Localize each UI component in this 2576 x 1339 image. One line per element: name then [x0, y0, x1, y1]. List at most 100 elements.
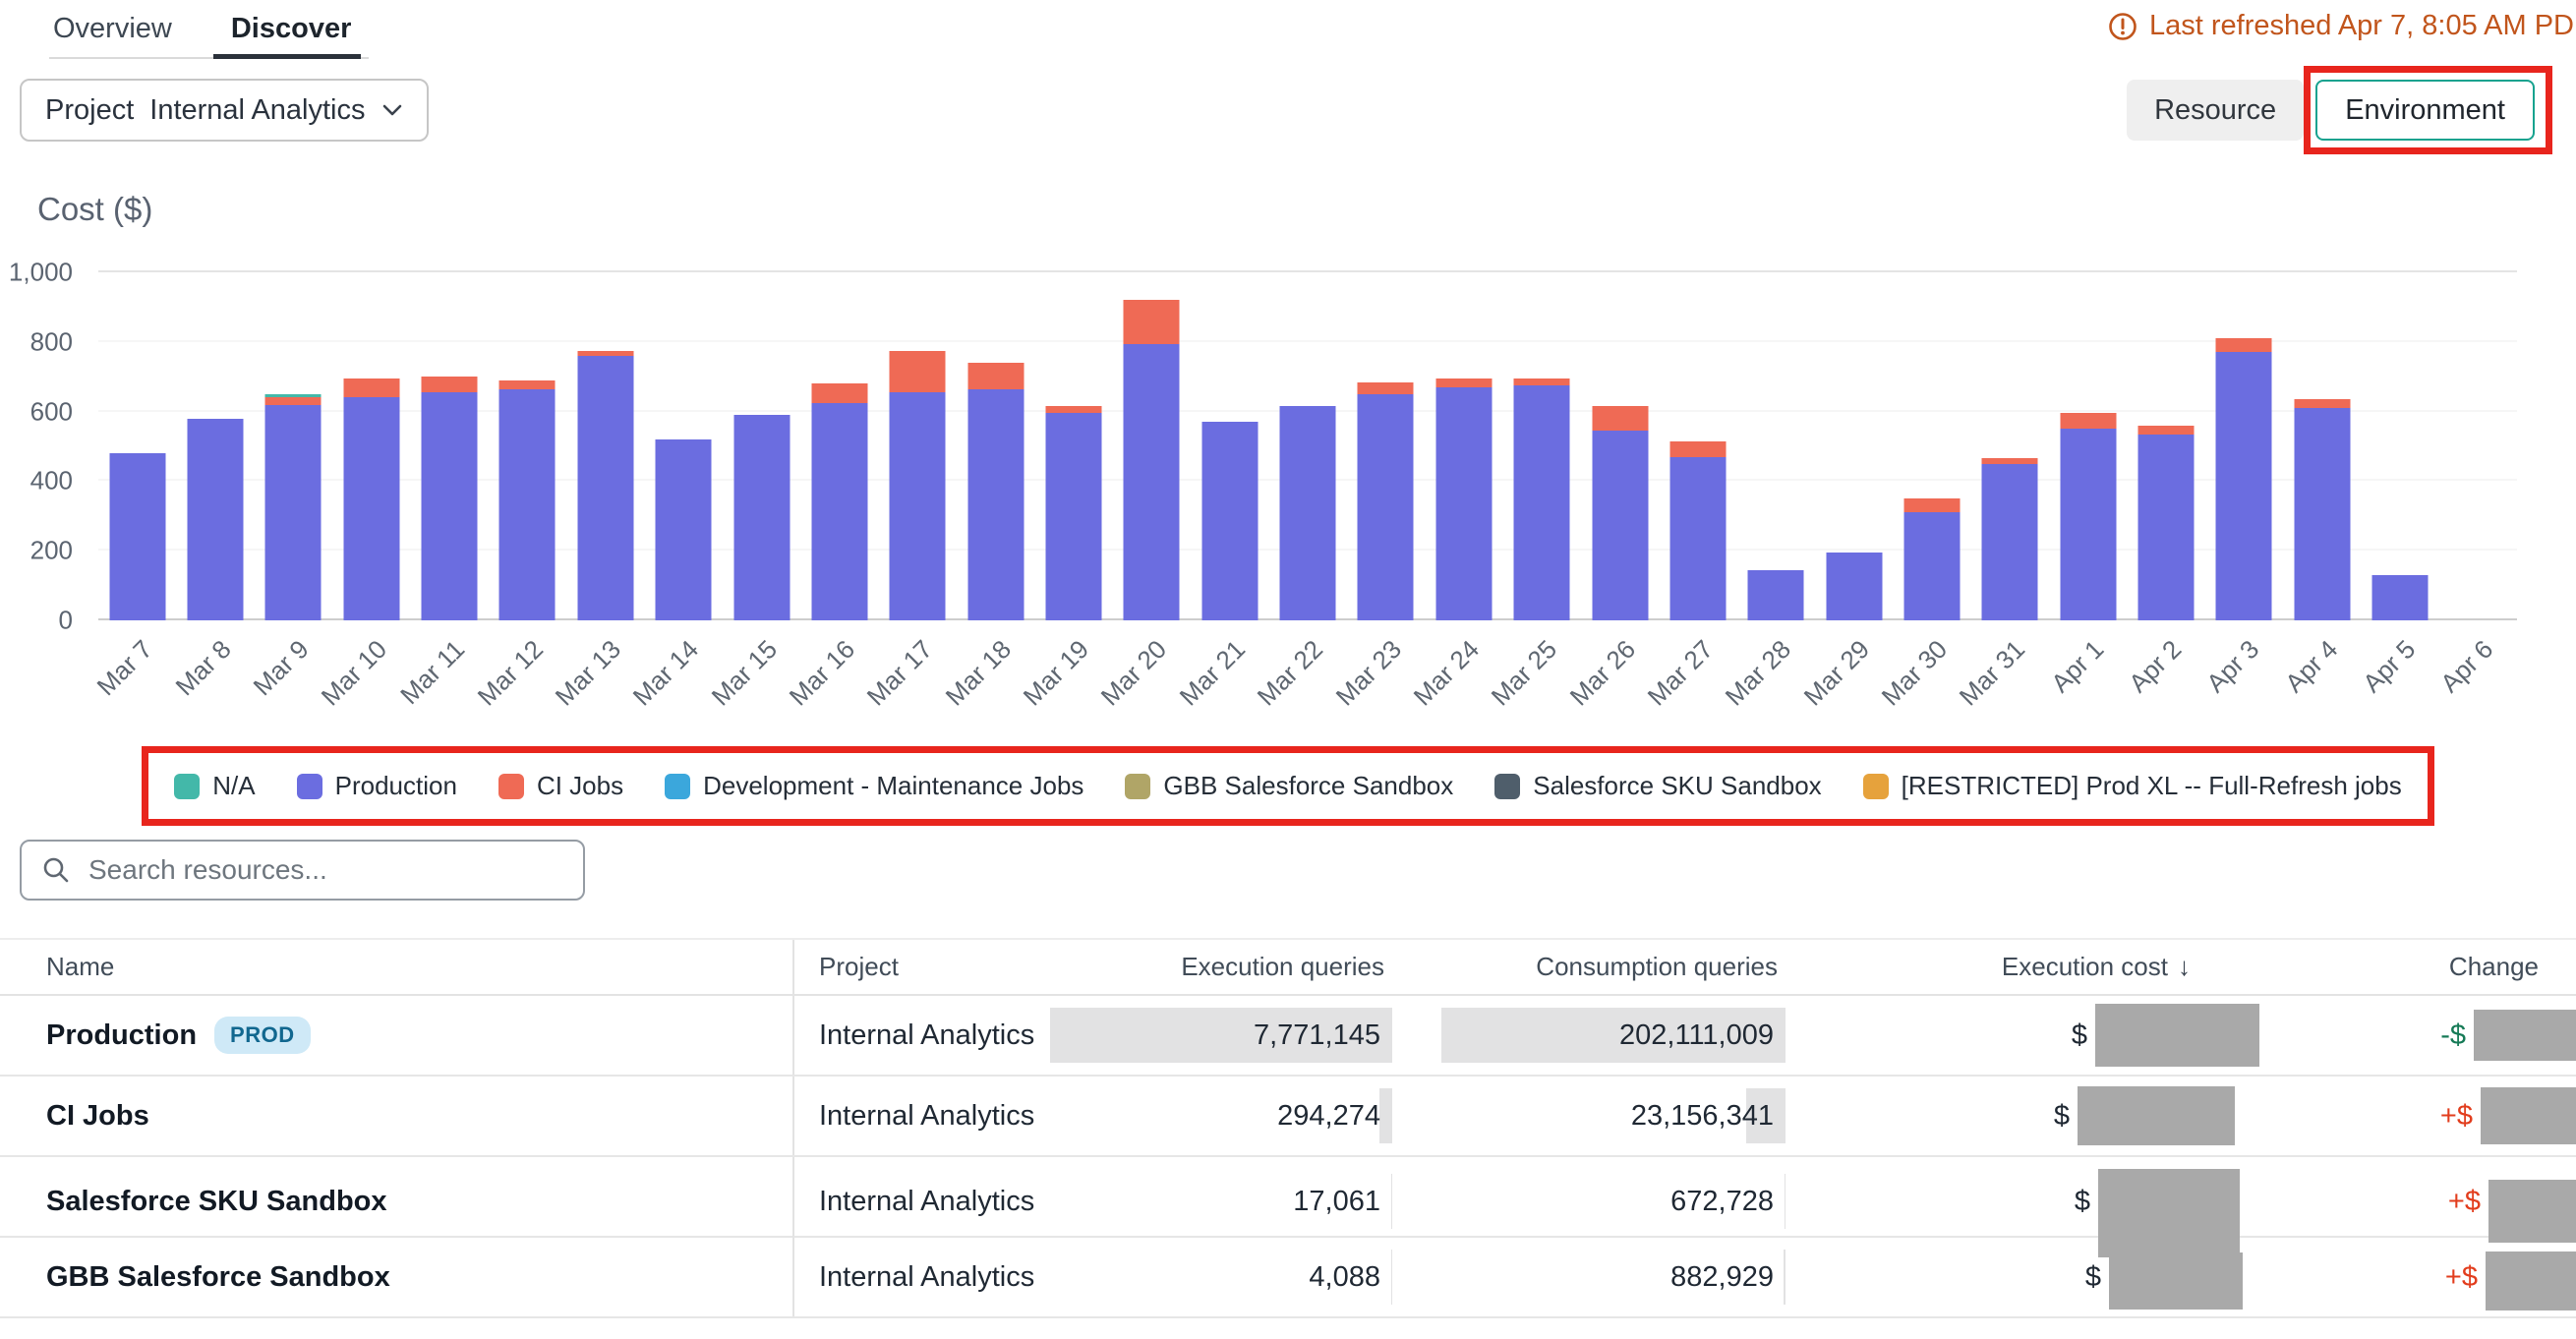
bar-segment-ci-jobs[interactable]	[343, 378, 399, 397]
bar-group[interactable]: Mar 21	[1191, 272, 1268, 620]
resource-toggle-button[interactable]: Resource	[2127, 80, 2304, 141]
bar-segment-production[interactable]	[1903, 512, 1960, 620]
bar-group[interactable]: Mar 30	[1893, 272, 1970, 620]
bar-segment-production[interactable]	[2294, 408, 2350, 620]
bar-segment-ci-jobs[interactable]	[967, 363, 1024, 389]
bar-segment-ci-jobs[interactable]	[1045, 406, 1101, 413]
resource-name-link[interactable]: Production	[46, 1019, 197, 1052]
col-header-change[interactable]: Change	[2198, 940, 2576, 994]
bar-segment-production[interactable]	[890, 392, 946, 620]
bar-group[interactable]: Apr 1	[2049, 272, 2127, 620]
resource-name-link[interactable]: CI Jobs	[46, 1100, 149, 1133]
bar-group[interactable]: Mar 27	[1659, 272, 1736, 620]
resource-name-link[interactable]: GBB Salesforce Sandbox	[46, 1261, 390, 1294]
bar-segment-ci-jobs[interactable]	[2060, 413, 2116, 429]
bar-segment-production[interactable]	[343, 397, 399, 620]
table-row[interactable]: CI JobsInternal Analytics294,27423,156,3…	[0, 1077, 2576, 1157]
bar-group[interactable]: Mar 12	[489, 272, 566, 620]
bar-segment-production[interactable]	[1669, 457, 1726, 620]
bar-segment-ci-jobs[interactable]	[1124, 300, 1180, 343]
bar-segment-ci-jobs[interactable]	[1358, 382, 1414, 394]
bar-group[interactable]: Apr 5	[2361, 272, 2438, 620]
legend-item[interactable]: N/A	[174, 771, 255, 801]
bar-segment-production[interactable]	[188, 419, 244, 620]
bar-group[interactable]: Mar 18	[957, 272, 1034, 620]
bar-group[interactable]: Mar 25	[1502, 272, 1580, 620]
legend-item[interactable]: GBB Salesforce Sandbox	[1125, 771, 1453, 801]
col-header-consumption-queries[interactable]: Consumption queries	[1392, 940, 1786, 994]
bar-segment-production[interactable]	[1514, 385, 1570, 620]
sort-descending-icon[interactable]: ↓	[2178, 952, 2191, 982]
bar-group[interactable]: Mar 29	[1815, 272, 1893, 620]
bar-group[interactable]: Mar 17	[879, 272, 957, 620]
table-row[interactable]: Salesforce SKU SandboxInternal Analytics…	[0, 1157, 2576, 1238]
bar-segment-production[interactable]	[2216, 352, 2272, 620]
project-filter-dropdown[interactable]: Project Internal Analytics	[20, 79, 429, 142]
col-header-project[interactable]: Project	[792, 940, 1068, 994]
col-header-name[interactable]: Name	[0, 940, 792, 994]
bar-segment-ci-jobs[interactable]	[1435, 378, 1492, 387]
tab-discover[interactable]: Discover	[227, 0, 356, 57]
bar-group[interactable]: Apr 4	[2283, 272, 2361, 620]
bar-group[interactable]: Apr 2	[2127, 272, 2204, 620]
bar-segment-production[interactable]	[2060, 429, 2116, 620]
bar-group[interactable]: Mar 24	[1425, 272, 1502, 620]
bar-group[interactable]: Mar 22	[1268, 272, 1346, 620]
bar-group[interactable]: Apr 3	[2205, 272, 2283, 620]
bar-segment-production[interactable]	[1358, 394, 1414, 620]
bar-segment-production[interactable]	[1201, 422, 1258, 620]
bar-segment-ci-jobs[interactable]	[1514, 378, 1570, 385]
bar-segment-production[interactable]	[1826, 553, 1882, 620]
bar-segment-production[interactable]	[265, 405, 322, 620]
bar-segment-ci-jobs[interactable]	[890, 351, 946, 392]
legend-item[interactable]: Development - Maintenance Jobs	[665, 771, 1083, 801]
bar-segment-production[interactable]	[422, 392, 478, 620]
bar-segment-ci-jobs[interactable]	[2216, 338, 2272, 352]
bar-group[interactable]: Apr 6	[2439, 272, 2517, 620]
bar-segment-production[interactable]	[1435, 387, 1492, 620]
bar-segment-ci-jobs[interactable]	[1903, 498, 1960, 512]
bar-segment-ci-jobs[interactable]	[1669, 441, 1726, 457]
bar-group[interactable]: Mar 16	[800, 272, 878, 620]
bar-group[interactable]: Mar 15	[723, 272, 800, 620]
environment-toggle-button[interactable]: Environment	[2315, 80, 2535, 141]
bar-group[interactable]: Mar 31	[1971, 272, 2049, 620]
bar-segment-production[interactable]	[2138, 435, 2195, 620]
bar-segment-ci-jobs[interactable]	[1592, 406, 1648, 431]
bar-group[interactable]: Mar 10	[332, 272, 410, 620]
bar-group[interactable]: Mar 8	[176, 272, 254, 620]
bar-segment-ci-jobs[interactable]	[2294, 399, 2350, 408]
col-header-execution-cost[interactable]: Execution cost ↓	[1786, 940, 2198, 994]
bar-segment-production[interactable]	[1592, 431, 1648, 620]
col-header-execution-queries[interactable]: Execution queries	[1068, 940, 1392, 994]
bar-group[interactable]: Mar 11	[410, 272, 488, 620]
search-resources-input[interactable]	[87, 853, 563, 887]
bar-segment-production[interactable]	[577, 356, 633, 620]
bar-group[interactable]: Mar 20	[1113, 272, 1191, 620]
bar-group[interactable]: Mar 13	[566, 272, 644, 620]
bar-segment-production[interactable]	[1280, 406, 1336, 620]
bar-segment-production[interactable]	[109, 453, 165, 620]
legend-item[interactable]: [RESTRICTED] Prod XL -- Full-Refresh job…	[1863, 771, 2402, 801]
bar-segment-production[interactable]	[811, 403, 867, 620]
bar-group[interactable]: Mar 7	[98, 272, 176, 620]
bar-group[interactable]: Mar 9	[255, 272, 332, 620]
bar-group[interactable]: Mar 23	[1347, 272, 1425, 620]
resource-name-link[interactable]: Salesforce SKU Sandbox	[46, 1186, 387, 1218]
legend-item[interactable]: Production	[297, 771, 457, 801]
bar-segment-production[interactable]	[2372, 575, 2429, 620]
bar-segment-production[interactable]	[733, 415, 790, 620]
bar-segment-production[interactable]	[1982, 464, 2038, 620]
table-row[interactable]: ProductionPRODInternal Analytics7,771,14…	[0, 996, 2576, 1077]
bar-segment-production[interactable]	[656, 439, 712, 620]
bar-segment-production[interactable]	[1748, 570, 1804, 620]
bar-segment-ci-jobs[interactable]	[499, 380, 556, 389]
search-box[interactable]	[20, 840, 585, 901]
bar-group[interactable]: Mar 14	[645, 272, 723, 620]
bar-group[interactable]: Mar 28	[1737, 272, 1815, 620]
bar-segment-production[interactable]	[967, 389, 1024, 620]
bar-group[interactable]: Mar 19	[1034, 272, 1112, 620]
bar-segment-ci-jobs[interactable]	[422, 377, 478, 392]
bar-group[interactable]: Mar 26	[1581, 272, 1659, 620]
bar-segment-ci-jobs[interactable]	[811, 383, 867, 402]
